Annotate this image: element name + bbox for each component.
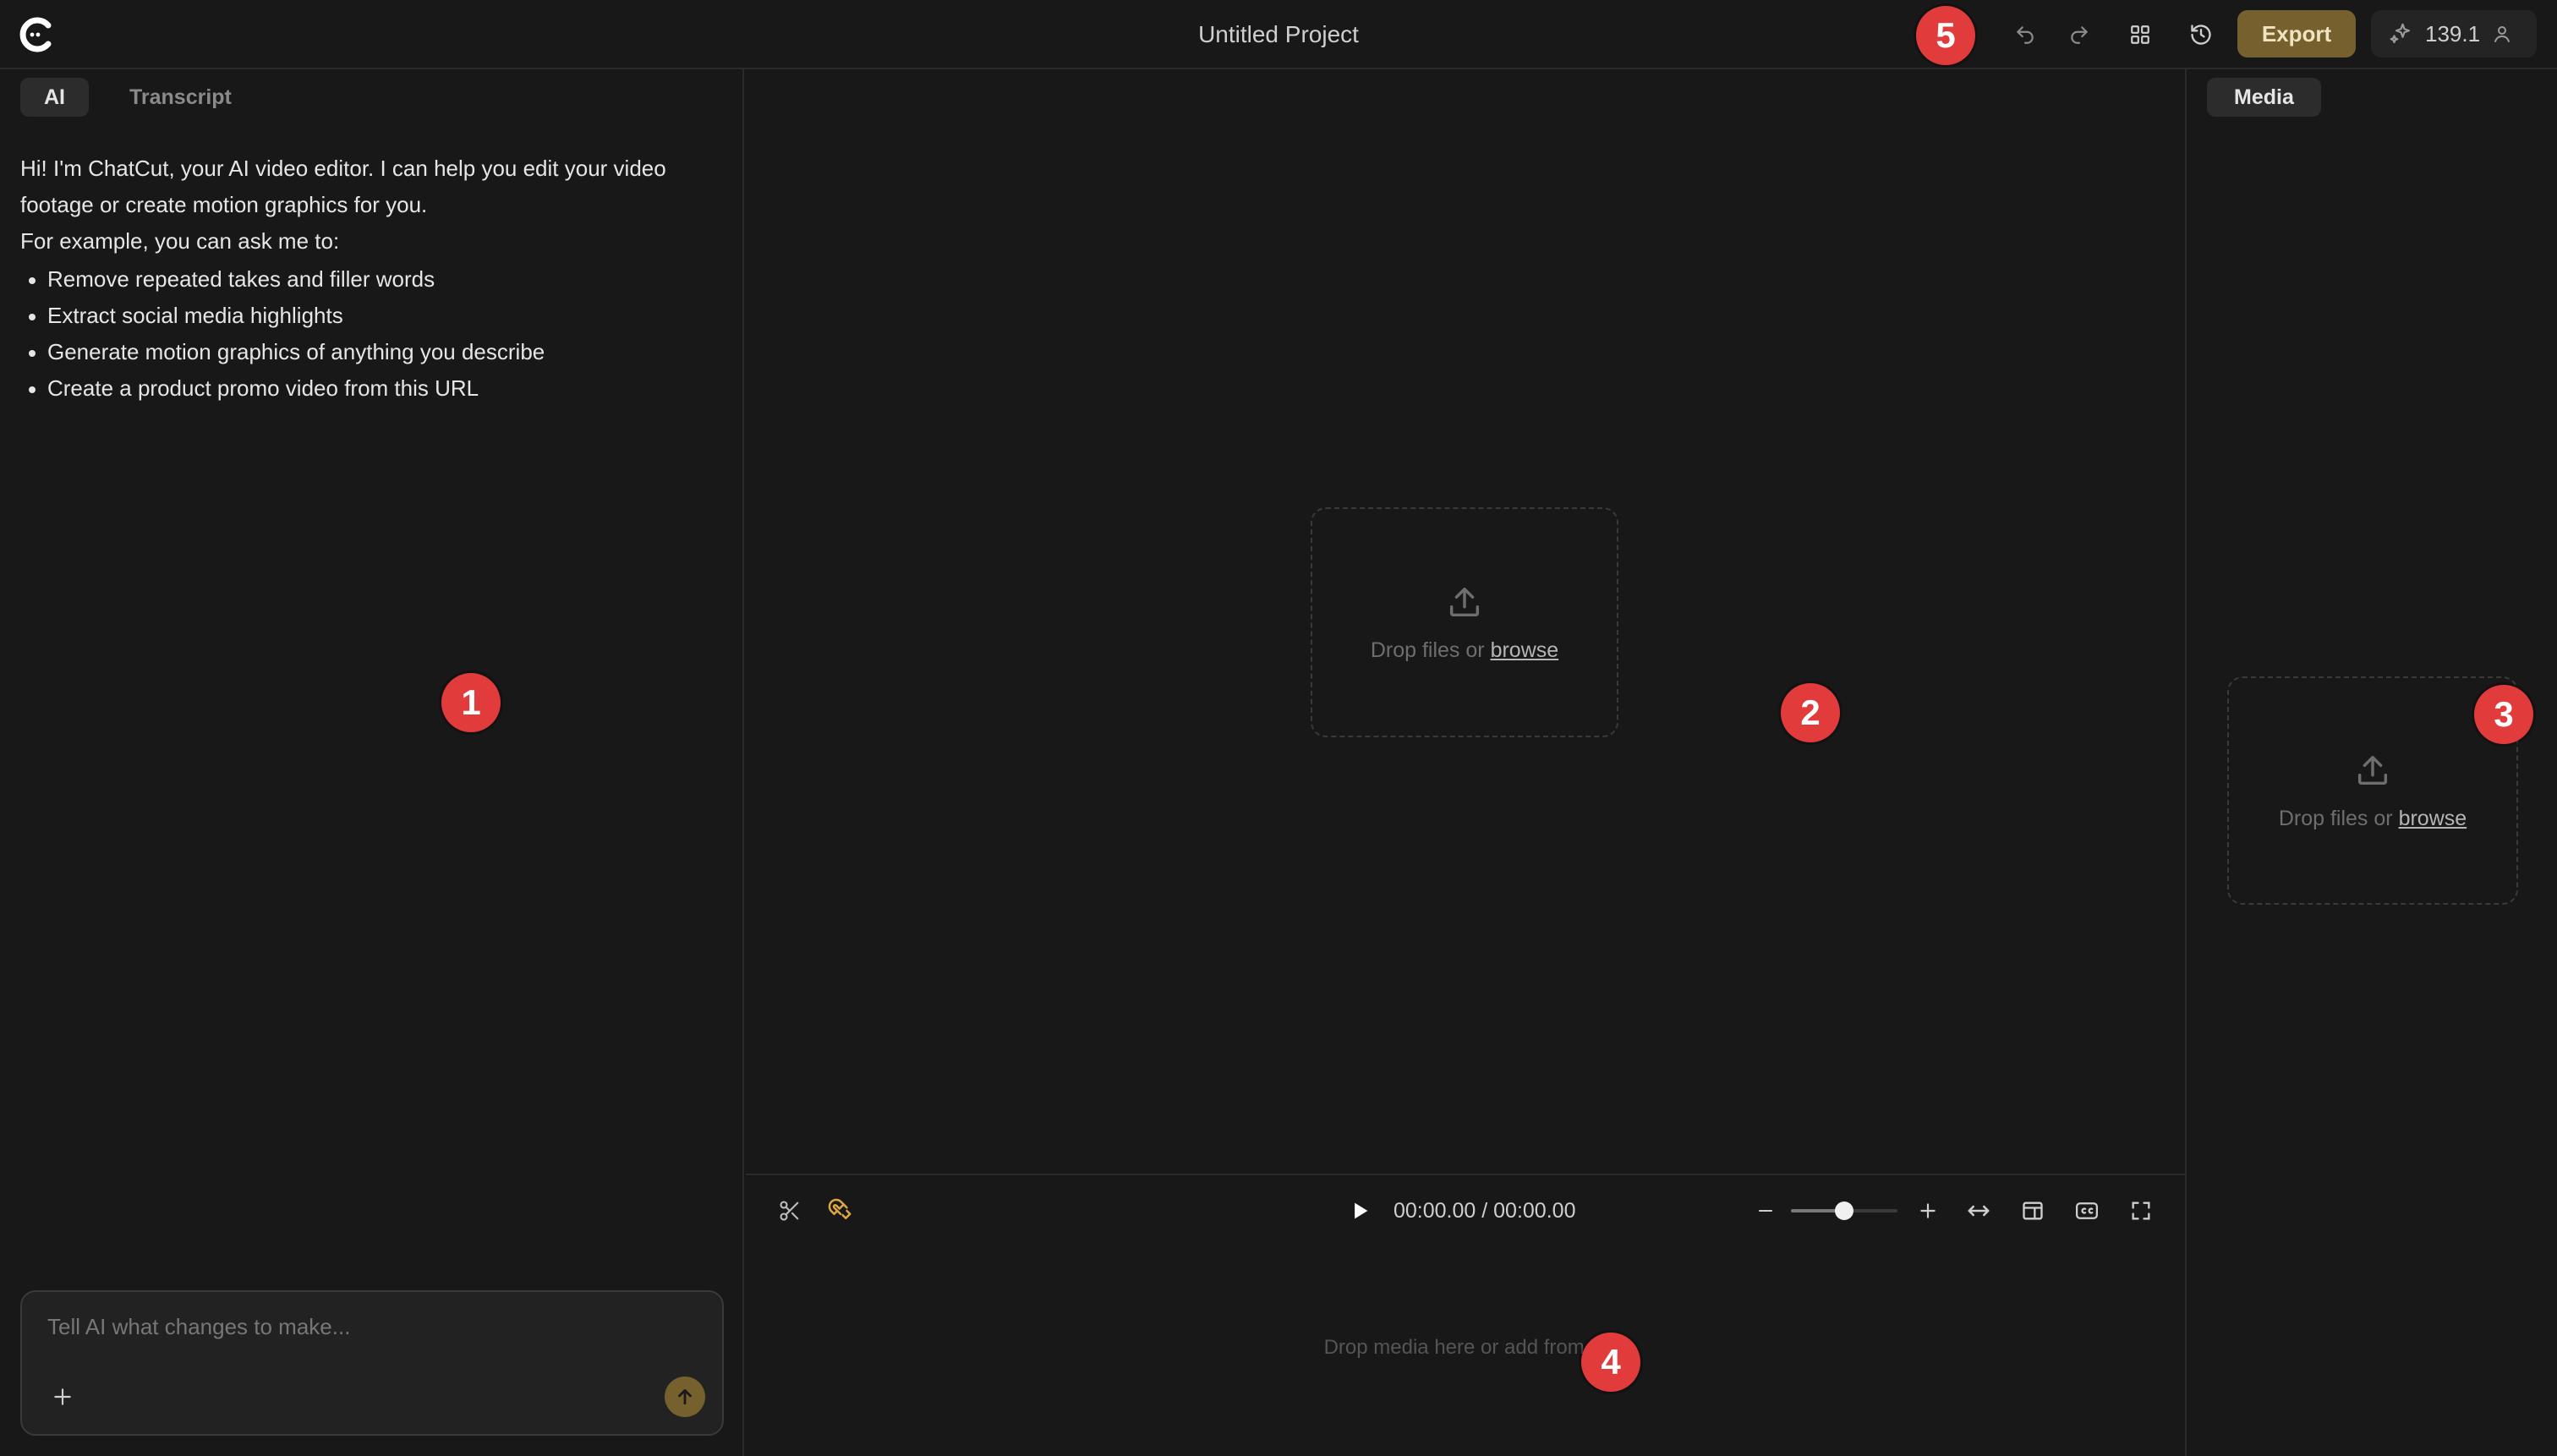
timecode: 00:00.00 / 00:00.00 <box>1393 1199 1576 1223</box>
list-item: Extract social media highlights <box>20 298 722 334</box>
chat-input[interactable] <box>47 1314 690 1365</box>
ai-intro-message: Hi! I'm ChatCut, your AI video editor. I… <box>20 151 722 407</box>
intro-text: Hi! I'm ChatCut, your AI video editor. I… <box>20 156 666 217</box>
annotation-badge-1: 1 <box>441 673 501 732</box>
upload-icon <box>2357 755 2388 785</box>
undo-icon <box>2017 26 2034 44</box>
redo-icon <box>2071 26 2088 44</box>
layout-button[interactable] <box>2016 1194 2050 1228</box>
annotation-badge-5: 5 <box>1916 6 1975 65</box>
preview-drop-text: Drop files or browse <box>1371 638 1558 663</box>
left-tabs: AI Transcript <box>20 78 255 117</box>
magnet-snap-button[interactable] <box>824 1194 857 1228</box>
chatcut-logo-icon[interactable] <box>19 17 54 52</box>
project-title: Untitled Project <box>1198 21 1359 47</box>
add-attachment-button[interactable] <box>46 1380 79 1414</box>
annotation-badge-2: 2 <box>1781 683 1840 742</box>
credits-value: 139.1 <box>2425 20 2481 47</box>
ai-panel: AI Transcript Hi! I'm ChatCut, your AI v… <box>0 69 744 1456</box>
history-button[interactable] <box>2185 19 2217 51</box>
zoom-slider[interactable] <box>1791 1201 1897 1220</box>
annotation-badge-4: 4 <box>1581 1333 1640 1392</box>
fullscreen-button[interactable] <box>2124 1194 2158 1228</box>
play-icon <box>1355 1202 1368 1219</box>
user-icon <box>2494 26 2510 42</box>
example-lead: For example, you can ask me to: <box>20 228 340 254</box>
layout-grid-button[interactable] <box>2124 19 2156 51</box>
export-button[interactable]: Export <box>2237 10 2356 57</box>
top-bar: Untitled Project Export 139.1 <box>0 0 2557 69</box>
sparkle-icon <box>2390 23 2411 44</box>
tab-ai[interactable]: AI <box>20 78 89 117</box>
video-preview: Drop files or browse <box>746 69 2185 1175</box>
browse-link[interactable]: browse <box>2399 807 2467 830</box>
list-item: Generate motion graphics of anything you… <box>20 334 722 370</box>
captions-button[interactable] <box>2070 1194 2104 1228</box>
grid-icon <box>2131 25 2149 44</box>
layout-icon <box>2023 1201 2043 1220</box>
arrows-horizontal-icon <box>1968 1205 1990 1217</box>
plus-icon <box>1920 1203 1936 1218</box>
plus-icon <box>54 1388 71 1405</box>
zoom-in-button[interactable] <box>1911 1194 1945 1228</box>
redo-button[interactable] <box>2063 19 2095 51</box>
undo-button[interactable] <box>2009 19 2041 51</box>
upload-icon <box>1449 587 1480 616</box>
drop-text: Drop files or <box>2278 806 2399 830</box>
fit-timeline-button[interactable] <box>1962 1194 1996 1228</box>
drop-text: Drop files or <box>1370 638 1491 662</box>
magnet-icon <box>828 1198 851 1219</box>
example-list: Remove repeated takes and filler words E… <box>20 261 722 407</box>
chat-input-box <box>20 1290 724 1436</box>
captions-icon <box>2076 1202 2098 1219</box>
split-button[interactable] <box>773 1194 807 1228</box>
timeline: 00:00.00 / 00:00.00 Drop media here or a… <box>746 1175 2185 1456</box>
list-item: Create a product promo video from this U… <box>20 370 722 407</box>
zoom-slider-thumb[interactable] <box>1835 1201 1853 1220</box>
media-panel: Media Drop files or browse <box>2185 69 2557 1456</box>
send-button[interactable] <box>665 1377 705 1417</box>
timeline-empty-text: Drop media here or add from M <box>1323 1336 1607 1359</box>
zoom-out-button[interactable] <box>1749 1194 1782 1228</box>
preview-dropzone[interactable]: Drop files or browse <box>1311 507 1618 737</box>
scissors-icon <box>780 1201 799 1221</box>
list-item: Remove repeated takes and filler words <box>20 261 722 298</box>
credits-account-button[interactable]: 139.1 <box>2371 10 2537 57</box>
browse-link[interactable]: browse <box>1491 638 1559 662</box>
media-drop-text: Drop files or browse <box>2279 807 2467 831</box>
play-button[interactable] <box>1343 1194 1377 1228</box>
tab-transcript[interactable]: Transcript <box>106 78 255 117</box>
history-icon <box>2191 25 2211 45</box>
app-root: Untitled Project Export 139.1 AI Transcr… <box>0 0 2557 1456</box>
tab-media[interactable]: Media <box>2207 78 2321 117</box>
fullscreen-icon <box>2132 1201 2150 1220</box>
arrow-up-icon <box>678 1389 692 1404</box>
annotation-badge-3: 3 <box>2474 685 2533 744</box>
minus-icon <box>1759 1210 1772 1212</box>
